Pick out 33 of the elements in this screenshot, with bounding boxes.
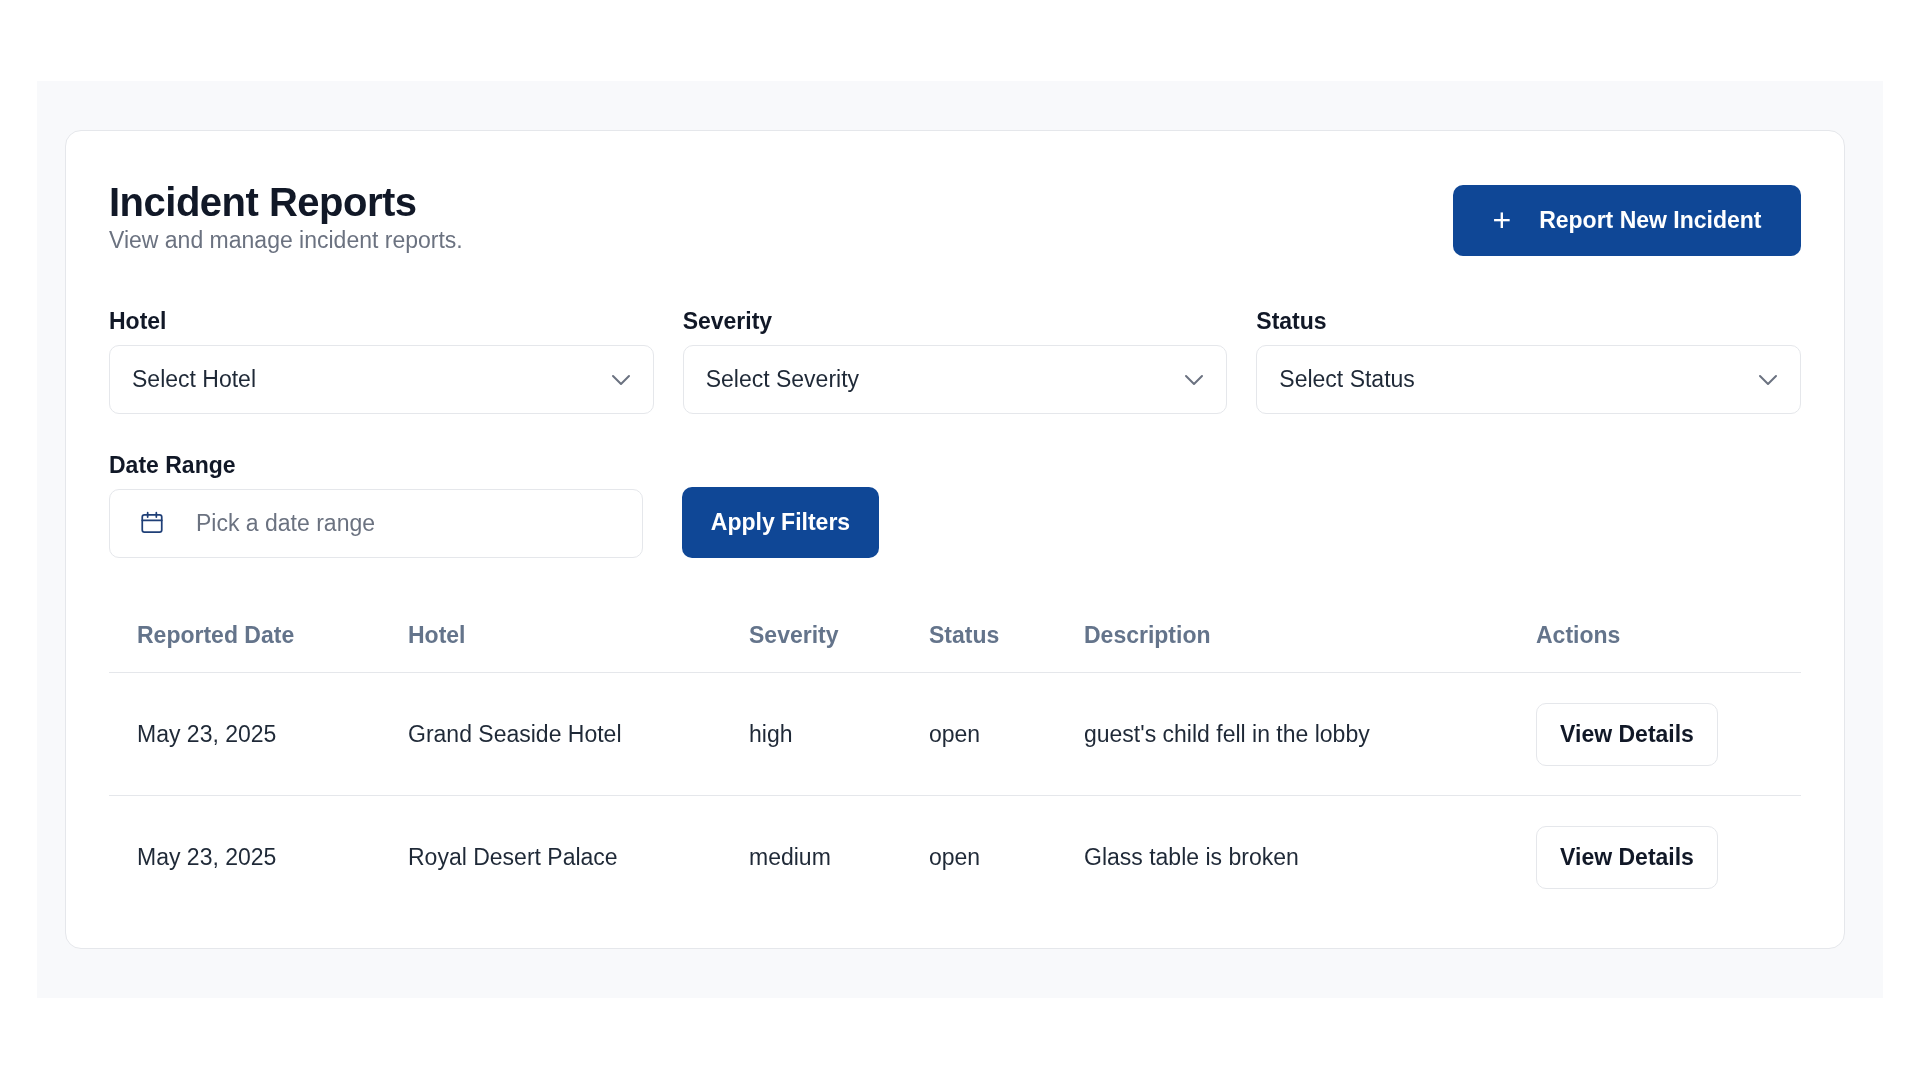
column-header: Status: [928, 621, 1001, 649]
view-details-button[interactable]: View Details: [1536, 825, 1718, 889]
chevron-down-icon: [1184, 373, 1205, 386]
table-cell-text: open: [928, 720, 982, 748]
select-dropdown[interactable]: Select Status: [1256, 345, 1801, 414]
filter-label: Date Range: [109, 452, 237, 479]
filter-label: Status: [1256, 308, 1328, 335]
select-dropdown[interactable]: Select Severity: [682, 345, 1228, 414]
page-title: Incident Reports: [109, 181, 418, 223]
select-dropdown[interactable]: Select Hotel: [109, 345, 654, 414]
column-header: Hotel: [407, 621, 467, 649]
table-cell-text: open: [928, 843, 982, 871]
date-range-field[interactable]: Pick a date range: [109, 489, 643, 558]
table-cell-text: May 23, 2025: [136, 720, 278, 748]
chevron-down-icon: [610, 373, 631, 386]
column-header: Severity: [748, 621, 840, 649]
table-cell-text: medium: [748, 843, 832, 871]
table-cell-text: Grand Seaside Hotel: [407, 720, 623, 748]
report-new-incident-button[interactable]: + Report New Incident: [1453, 185, 1801, 256]
column-header: Actions: [1535, 621, 1622, 649]
column-header: Description: [1083, 621, 1212, 649]
table-cell-text: high: [748, 720, 794, 748]
filter-label: Severity: [682, 308, 774, 335]
table-cell-text: Royal Desert Palace: [407, 843, 619, 871]
column-header: Reported Date: [136, 621, 296, 649]
view-details-button[interactable]: View Details: [1536, 702, 1718, 766]
table-cell-text: guest's child fell in the lobby: [1083, 720, 1371, 748]
table-cell-text: May 23, 2025: [136, 843, 278, 871]
apply-filters-button[interactable]: Apply Filters: [682, 487, 879, 558]
chevron-down-icon: [1758, 373, 1778, 386]
table-cell-text: Glass table is broken: [1083, 843, 1300, 871]
filter-label: Hotel: [109, 308, 168, 335]
page-subtitle: View and manage incident reports.: [109, 227, 463, 254]
